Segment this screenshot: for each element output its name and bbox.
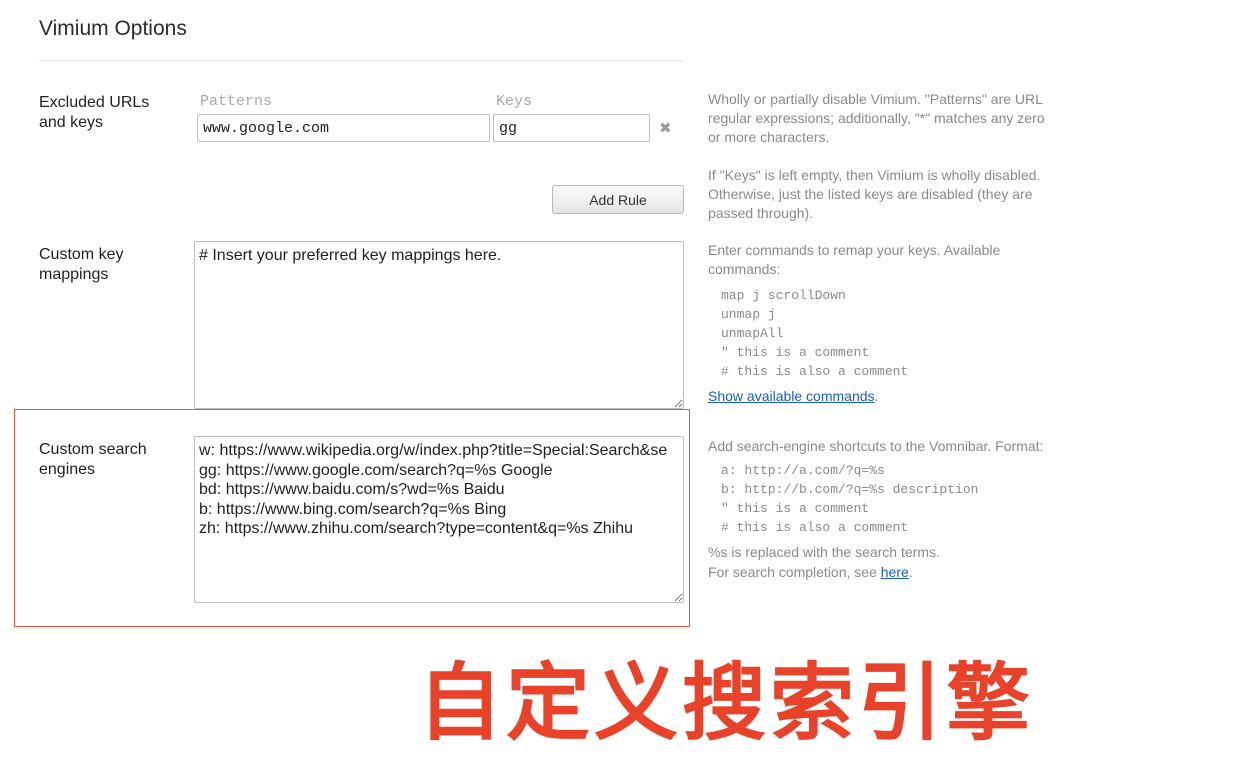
search-completion-note: For search completion, see here. bbox=[708, 563, 1058, 582]
search-engines-examples: a: http://a.com/?q=%s b: http://b.com/?q… bbox=[721, 463, 979, 535]
search-completion-prefix: For search completion, see bbox=[708, 564, 881, 580]
add-rule-button[interactable]: Add Rule bbox=[552, 185, 684, 214]
annotation-caption: 自定义搜索引擎 bbox=[418, 656, 1035, 750]
key-mappings-textarea[interactable]: # Insert your preferred key mappings her… bbox=[194, 241, 684, 409]
search-engines-highlight-box bbox=[14, 409, 690, 627]
show-commands-line: Show available commands. bbox=[708, 387, 1058, 406]
key-mappings-examples: map j scrollDown unmap j unmapAll " this… bbox=[721, 288, 909, 379]
excluded-keys-help-text: If "Keys" is left empty, then Vimium is … bbox=[708, 167, 1041, 221]
excluded-urls-label: Excluded URLs and keys bbox=[39, 93, 149, 133]
page-title: Vimium Options bbox=[39, 17, 187, 40]
keys-input[interactable] bbox=[493, 114, 650, 142]
excluded-urls-label-line2: and keys bbox=[39, 114, 104, 131]
search-terms-note: %s is replaced with the search terms. bbox=[708, 544, 940, 560]
search-completion-suffix: . bbox=[908, 564, 913, 580]
search-engines-help-text: Add search-engine shortcuts to the Vomni… bbox=[708, 438, 1044, 454]
patterns-header: Patterns bbox=[200, 93, 273, 110]
keys-header: Keys bbox=[496, 93, 533, 110]
search-completion-here-link[interactable]: here bbox=[881, 564, 909, 580]
excluded-help-text: Wholly or partially disable Vimium. "Pat… bbox=[708, 91, 1045, 145]
show-commands-suffix: . bbox=[874, 388, 879, 404]
key-mappings-help-text: Enter commands to remap your keys. Avail… bbox=[708, 242, 1001, 277]
key-mappings-label-line1: Custom key bbox=[39, 246, 124, 263]
title-divider bbox=[39, 60, 684, 61]
pattern-input[interactable] bbox=[197, 114, 490, 142]
key-mappings-label: Custom key mappings bbox=[39, 245, 123, 285]
show-available-commands-link[interactable]: Show available commands bbox=[708, 388, 875, 404]
remove-rule-icon[interactable]: ✖ bbox=[659, 119, 672, 137]
key-mappings-label-line2: mappings bbox=[39, 266, 109, 283]
excluded-urls-label-line1: Excluded URLs bbox=[39, 94, 150, 111]
